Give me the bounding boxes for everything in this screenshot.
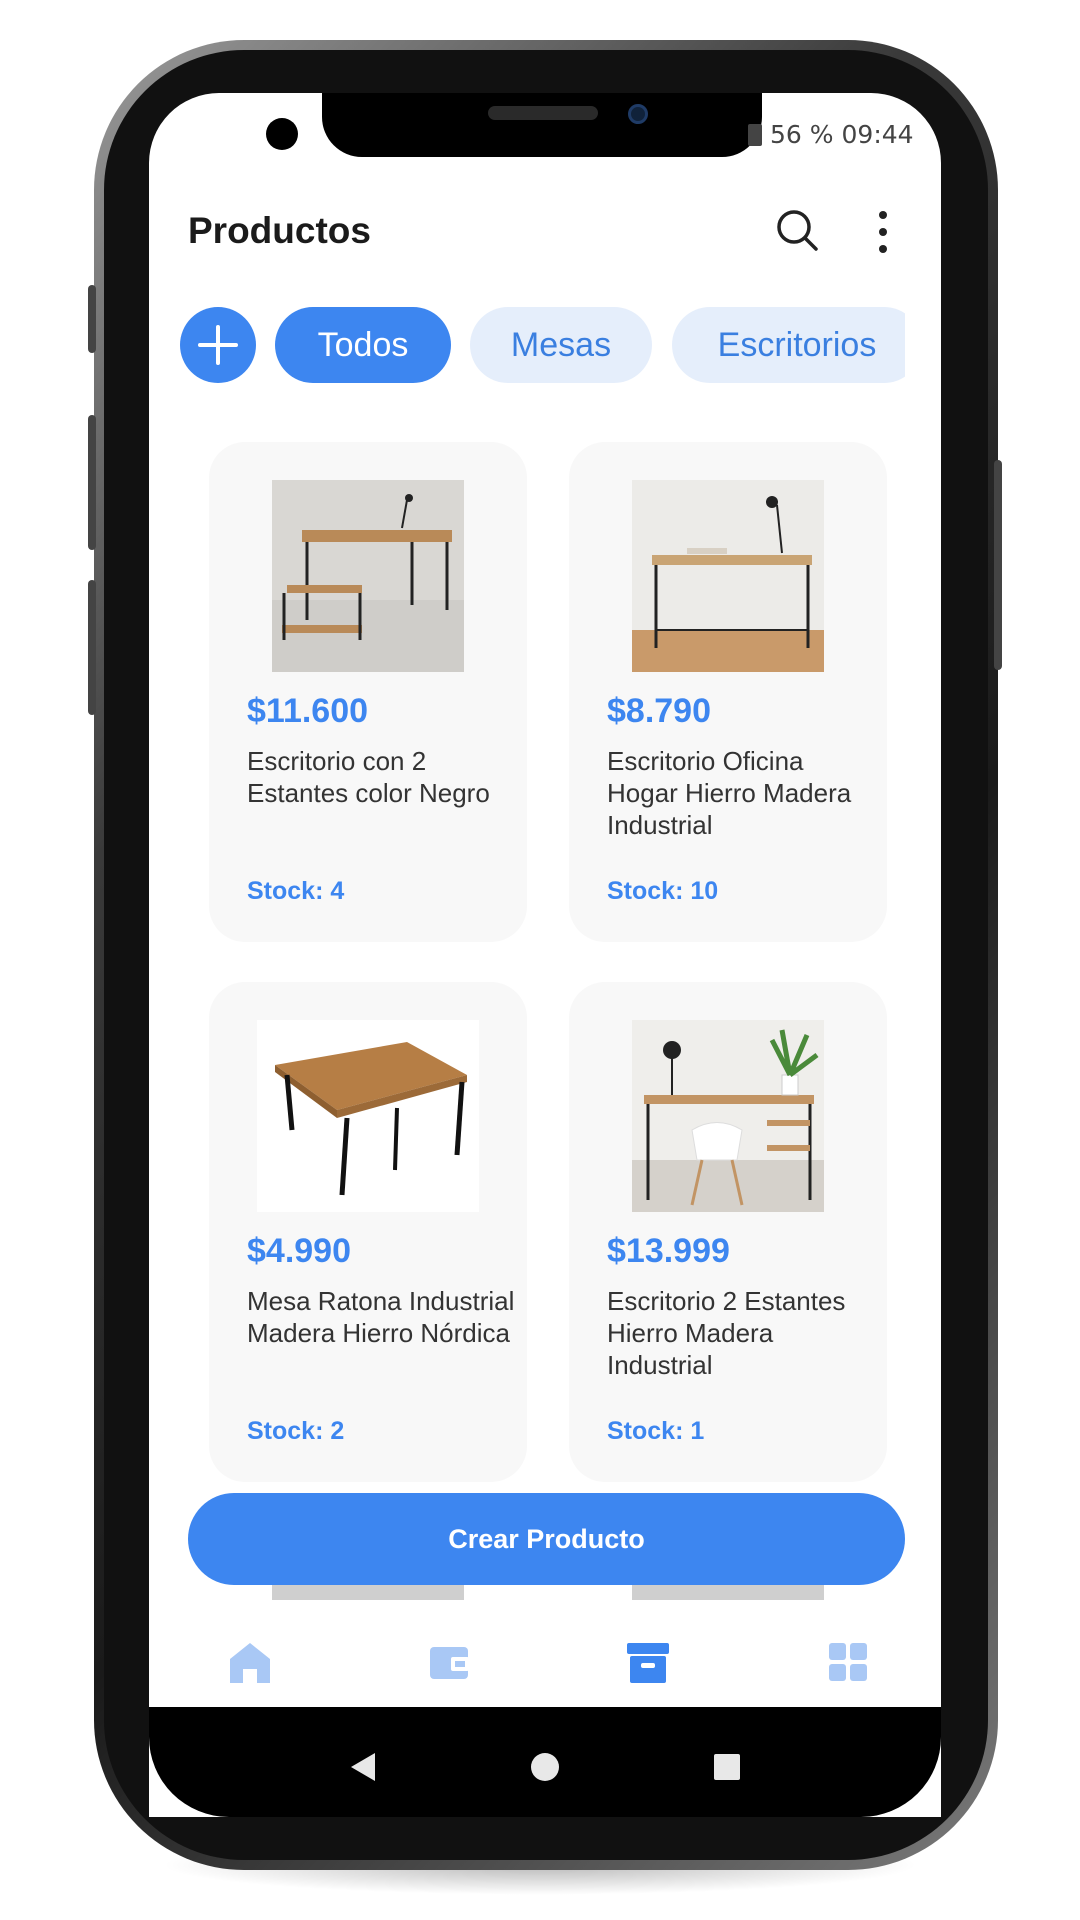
add-category-button[interactable]: [180, 307, 256, 383]
product-image-desk-shelves: [632, 1020, 824, 1212]
front-camera: [628, 104, 648, 124]
chip-todos[interactable]: Todos: [275, 307, 451, 383]
more-vertical-icon[interactable]: [873, 210, 893, 254]
create-product-button[interactable]: Crear Producto: [188, 1493, 905, 1585]
product-price: $11.600: [247, 692, 369, 730]
search-icon[interactable]: [775, 208, 819, 252]
product-stock: Stock: 10: [607, 877, 719, 905]
home-icon[interactable]: [227, 1639, 273, 1685]
product-stock: Stock: 1: [607, 1417, 705, 1445]
create-product-label: Crear Producto: [448, 1523, 645, 1554]
volume-button-bottom: [88, 580, 96, 715]
bottom-navigation: [149, 1603, 941, 1719]
product-card[interactable]: $11.600 Escritorio con 2 Estantes color …: [209, 442, 527, 942]
status-bar: 56 % 09:44: [748, 120, 914, 149]
sensor-dot: [266, 118, 298, 150]
grid-icon[interactable]: [825, 1639, 871, 1685]
product-card[interactable]: $8.790 Escritorio Oficina Hogar Hierro M…: [569, 442, 887, 942]
product-name: Escritorio con 2 Estantes color Negro: [247, 746, 490, 808]
chip-escritorios[interactable]: Escritorios: [672, 307, 905, 383]
chip-mesas[interactable]: Mesas: [470, 307, 652, 383]
page-title: Productos: [188, 210, 371, 251]
product-price: $8.790: [607, 692, 711, 730]
archive-box-icon[interactable]: [625, 1639, 671, 1685]
volume-button-top: [88, 285, 96, 353]
plus-icon: [198, 325, 238, 365]
product-card[interactable]: $13.999 Escritorio 2 Estantes Hierro Mad…: [569, 982, 887, 1482]
chip-label: Escritorios: [717, 325, 877, 364]
product-name: Escritorio Oficina Hogar Hierro Madera I…: [607, 746, 852, 840]
home-circle-icon[interactable]: [529, 1751, 561, 1783]
clock: 09:44: [841, 120, 914, 149]
product-name: Mesa Ratona Industrial Madera Hierro Nór…: [247, 1286, 515, 1348]
volume-button-middle: [88, 415, 96, 550]
product-price: $4.990: [247, 1232, 351, 1270]
filter-chips: Todos Mesas Escritorios: [180, 307, 905, 383]
product-image-console-desk: [632, 480, 824, 672]
product-image-coffee-table: [257, 1020, 479, 1212]
product-price: $13.999: [607, 1232, 730, 1270]
speaker: [488, 106, 598, 120]
product-stock: Stock: 2: [247, 1417, 345, 1445]
back-icon[interactable]: [347, 1751, 379, 1783]
recents-icon[interactable]: [711, 1751, 743, 1783]
system-navigation: [149, 1719, 941, 1815]
battery-level: 56 %: [770, 120, 834, 149]
product-stock: Stock: 4: [247, 877, 345, 905]
battery-icon: [748, 123, 762, 146]
product-image-desk-l-shelf: [272, 480, 464, 672]
chip-label: Mesas: [510, 325, 612, 364]
chip-label: Todos: [317, 325, 409, 364]
wallet-icon[interactable]: [427, 1639, 473, 1685]
product-name: Escritorio 2 Estantes Hierro Madera Indu…: [607, 1286, 846, 1380]
power-button: [994, 460, 1002, 670]
product-card[interactable]: $4.990 Mesa Ratona Industrial Madera Hie…: [209, 982, 527, 1482]
notch: [322, 93, 762, 157]
